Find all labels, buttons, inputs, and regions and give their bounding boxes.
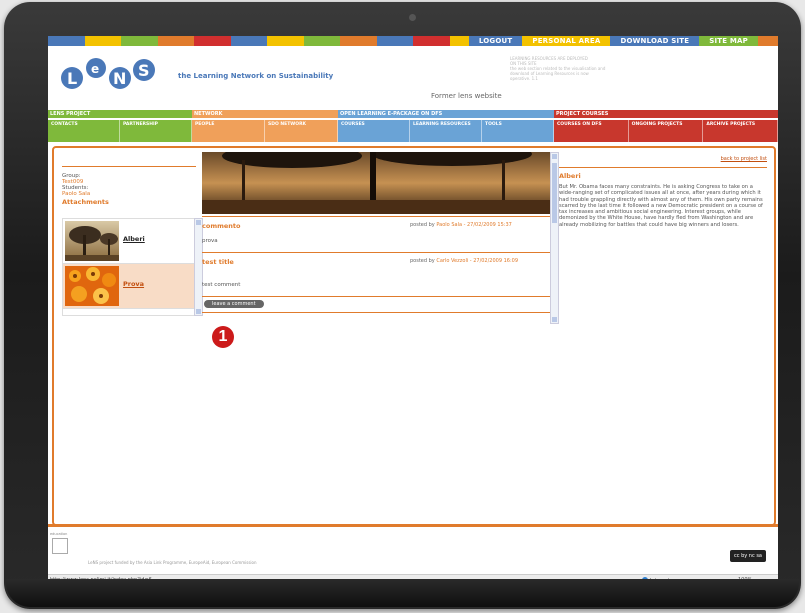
site-map-link[interactable]: SITE MAP [699, 36, 758, 46]
menu-item-partnership[interactable]: PARTNERSHIP [120, 120, 192, 142]
attachments-list: Alberi Prova [62, 218, 196, 316]
svg-text:L: L [67, 69, 77, 88]
attachment-preview-image [202, 152, 550, 214]
camera [409, 14, 416, 21]
menu-network: NETWORK PEOPLE SDO NETWORK [192, 110, 338, 142]
project-content-panel: Group: Test009 Students: Paolo Sala Atta… [52, 146, 776, 526]
comments-scrollbar[interactable] [550, 152, 559, 324]
back-to-project-list-link[interactable]: back to project list [721, 156, 767, 162]
divider [202, 296, 550, 297]
zone-label: Internet [650, 578, 670, 584]
comment-meta: posted by Paolo Sala - 27/02/2009 15:37 [410, 222, 550, 228]
attachment-label[interactable]: Prova [123, 280, 144, 288]
color-stripe [340, 36, 377, 46]
comment-title: commento [202, 222, 241, 230]
svg-text:S: S [138, 61, 150, 80]
attachment-item-alberi[interactable]: Alberi [63, 219, 195, 264]
color-stripe [376, 36, 413, 46]
personal-area-link[interactable]: PERSONAL AREA [522, 36, 611, 46]
color-stripe [303, 36, 340, 46]
comment-meta: posted by Carlo Vezzoli - 27/02/2009 16:… [410, 258, 550, 264]
comment-text: prova [202, 238, 218, 244]
menu-item-people[interactable]: PEOPLE [192, 120, 265, 142]
menu-item-courses-on-dfs[interactable]: COURSES ON DFS [554, 120, 629, 142]
divider [202, 216, 550, 217]
comment-title: test title [202, 258, 234, 266]
browser-screen: LOGOUT PERSONAL AREA DOWNLOAD SITE SITE … [48, 36, 778, 592]
menu-title[interactable]: NETWORK [192, 110, 338, 118]
attachment-title: Alberi [559, 172, 581, 180]
download-site-link[interactable]: DOWNLOAD SITE [610, 36, 700, 46]
svg-text:N: N [113, 69, 126, 88]
menu-item-courses[interactable]: COURSES [338, 120, 410, 142]
flowers-thumbnail[interactable] [65, 266, 119, 306]
info-line: operative. 1.1 [510, 76, 538, 81]
menu-item-learning-resources[interactable]: LEARNING RESOURCES [410, 120, 482, 142]
color-stripe [84, 36, 121, 46]
color-stripe [48, 36, 85, 46]
menu-title[interactable]: PROJECT COURSES [554, 110, 778, 118]
comment-author[interactable]: Carlo Vezzoli - 27/02/2009 16:09 [436, 258, 518, 264]
page-footer: education LeNS project funded by the Asi… [48, 530, 778, 574]
site-tagline: the Learning Network on Sustainability [178, 72, 334, 80]
menu-item-contacts[interactable]: CONTACTS [48, 120, 120, 142]
menu-open-learning: OPEN LEARNING E-PACKAGE ON DFS COURSES L… [338, 110, 554, 142]
attachment-label[interactable]: Alberi [123, 235, 145, 243]
menu-item-tools[interactable]: TOOLS [482, 120, 554, 142]
student-name[interactable]: Paolo Sala [62, 191, 200, 197]
zoom-level[interactable]: 100% [738, 577, 752, 583]
menu-title[interactable]: OPEN LEARNING E-PACKAGE ON DFS [338, 110, 554, 118]
scrollbar-thumb[interactable] [552, 163, 557, 223]
color-stripe [157, 36, 194, 46]
status-url: http://www.lens.polimi.it/index.php?id=6 [50, 577, 152, 583]
divider [202, 312, 550, 313]
divider [202, 252, 550, 253]
comment-item: test title posted by Carlo Vezzoli - 27/… [202, 258, 550, 298]
top-navigation: LOGOUT PERSONAL AREA DOWNLOAD SITE SITE … [468, 36, 758, 46]
menu-item-ongoing-projects[interactable]: ONGOING PROJECTS [628, 120, 704, 142]
comments-section: commento posted by Paolo Sala - 27/02/20… [202, 152, 550, 322]
security-zone: Internet [642, 577, 670, 584]
color-stripe [267, 36, 304, 46]
browser-status-bar: http://www.lens.polimi.it/index.php?id=6… [48, 574, 778, 585]
annotation-number-badge: 1 [212, 326, 234, 348]
attachments-title: Attachments [62, 198, 109, 206]
attachment-item-prova[interactable]: Prova [63, 264, 195, 309]
menu-item-sdo-network[interactable]: SDO NETWORK [265, 120, 338, 142]
attachment-description: But Mr. Obama faces many constraints. He… [559, 184, 763, 228]
menu-lens-project: LENS PROJECT CONTACTS PARTNERSHIP [48, 110, 192, 142]
svg-text:e: e [91, 62, 99, 76]
eu-flag-icon [52, 538, 68, 554]
menu-item-archive-projects[interactable]: ARCHIVE PROJECTS [703, 120, 778, 142]
tablet-frame: LOGOUT PERSONAL AREA DOWNLOAD SITE SITE … [4, 2, 801, 609]
color-stripe [413, 36, 450, 46]
color-stripe [230, 36, 267, 46]
lens-logo[interactable]: L e N S [58, 54, 178, 94]
divider [559, 167, 767, 168]
eu-label: education [50, 532, 68, 536]
content-bottom-bar [48, 524, 778, 527]
color-stripe [121, 36, 158, 46]
posted-by-label: posted by [410, 222, 435, 228]
menu-title[interactable]: LENS PROJECT [48, 110, 192, 118]
eu-logo: education [50, 532, 72, 560]
logout-link[interactable]: LOGOUT [468, 36, 523, 46]
footer-text: LeNS project funded by the Asia Link Pro… [88, 560, 257, 565]
comment-author[interactable]: Paolo Sala - 27/02/2009 15:37 [436, 222, 511, 228]
main-menu: LENS PROJECT CONTACTS PARTNERSHIP NETWOR… [48, 110, 778, 142]
posted-by-label: posted by [410, 258, 435, 264]
comment-text: test comment [202, 282, 241, 288]
creative-commons-badge[interactable]: cc by nc sa [730, 550, 766, 562]
trees-thumbnail[interactable] [65, 221, 119, 261]
menu-project-courses: PROJECT COURSES COURSES ON DFS ONGOING P… [554, 110, 778, 142]
globe-icon [642, 577, 648, 583]
project-info: Group: Test009 Students: Paolo Sala Atta… [62, 166, 200, 206]
color-stripe [194, 36, 231, 46]
leave-comment-button[interactable]: leave a comment [204, 300, 264, 308]
header-info: LEARNING RESOURCES ARE DEPLOYED ON THIS … [510, 56, 630, 81]
former-website-link[interactable]: Former lens website [431, 92, 502, 100]
